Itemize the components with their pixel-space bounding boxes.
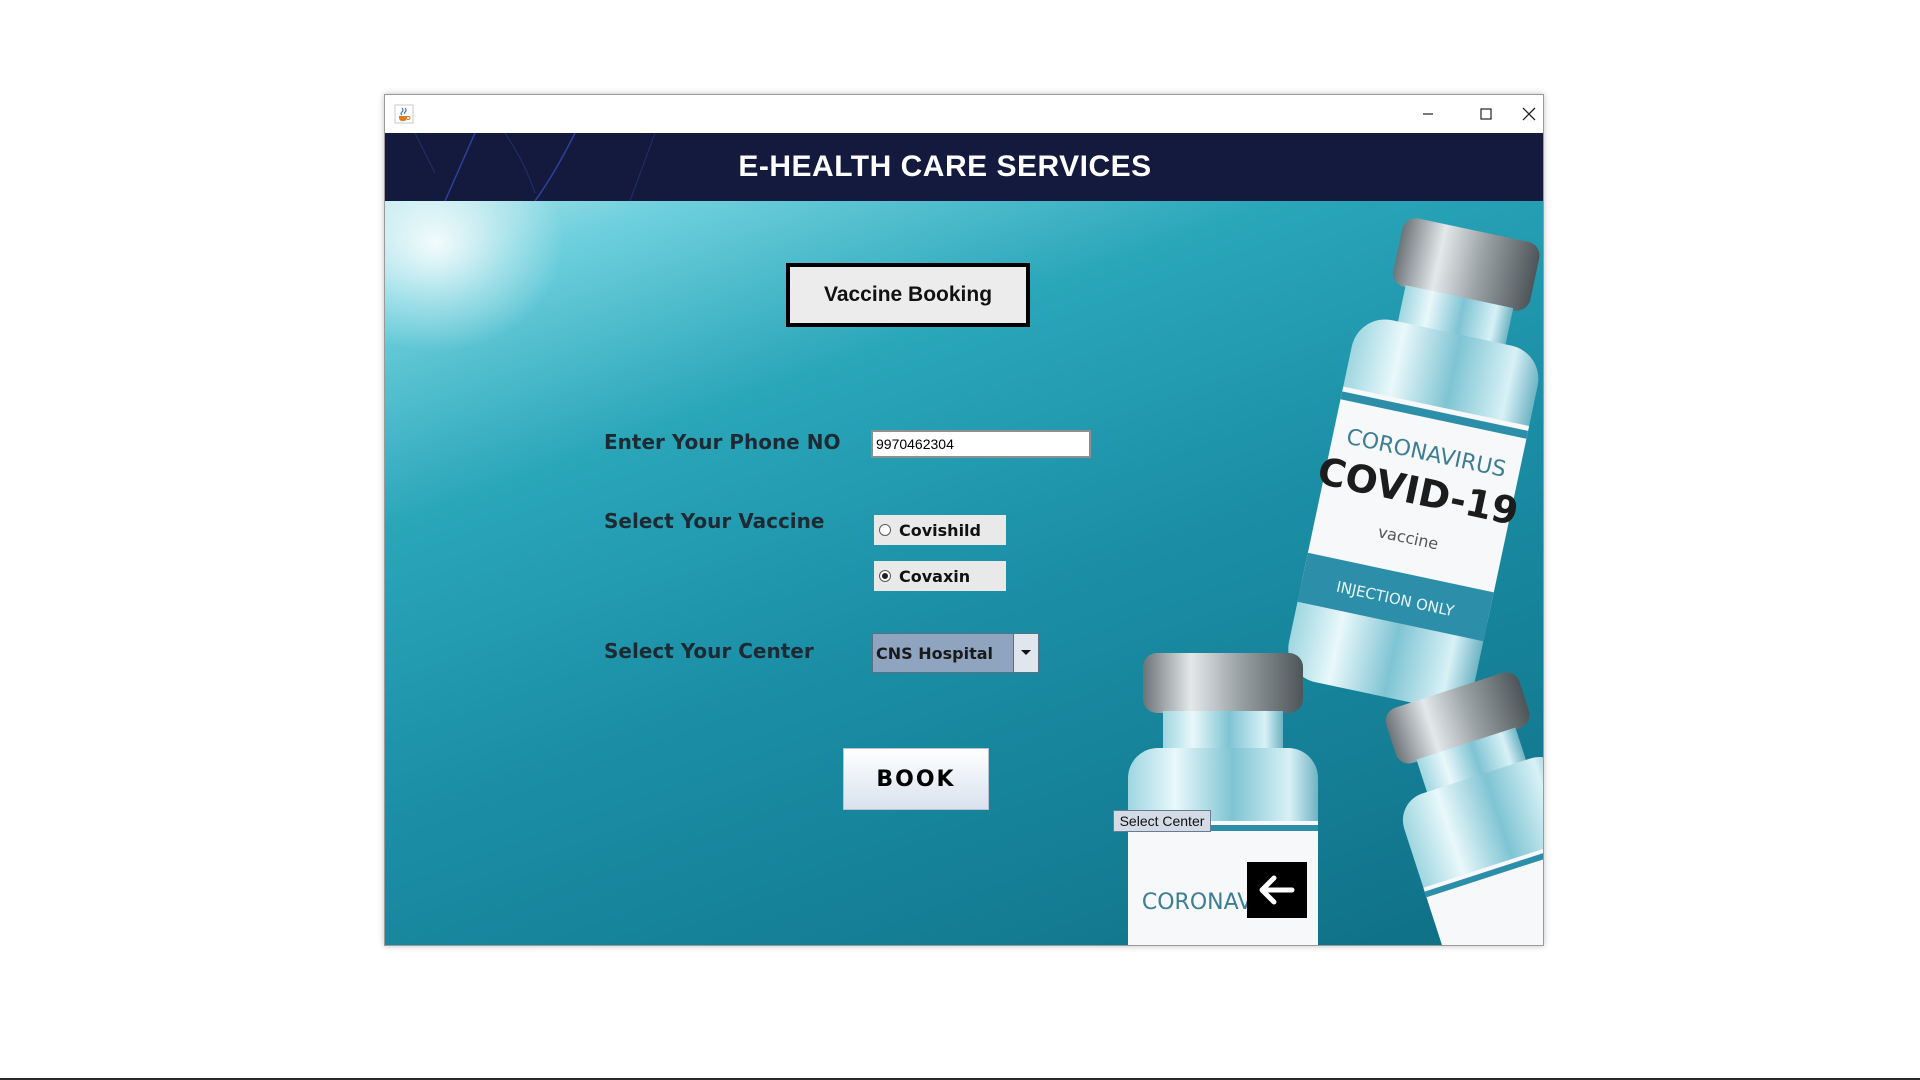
radio-covaxin[interactable]: Covaxin: [874, 561, 1006, 591]
close-icon: [1522, 107, 1536, 121]
vial-label-vaccine: vaccine: [1376, 522, 1440, 553]
back-button[interactable]: [1247, 862, 1307, 918]
select-center-button[interactable]: Select Center: [1113, 810, 1211, 832]
radio-covishild[interactable]: Covishild: [874, 515, 1006, 545]
dropdown-arrow-button[interactable]: [1013, 634, 1038, 672]
arrow-left-icon: [1259, 875, 1295, 905]
radio-indicator: [879, 524, 891, 536]
maximize-button[interactable]: [1457, 95, 1515, 133]
app-title: E-HEALTH CARE SERVICES: [738, 150, 1152, 183]
vaccine-booking-button[interactable]: Vaccine Booking: [786, 263, 1030, 327]
title-bar: [385, 95, 1543, 133]
header-banner: E-HEALTH CARE SERVICES: [385, 133, 1543, 201]
phone-label: Enter Your Phone NO: [604, 430, 841, 454]
radio-label-covishild: Covishild: [899, 520, 981, 540]
close-button[interactable]: [1515, 95, 1543, 133]
book-button[interactable]: BOOK: [843, 748, 989, 810]
phone-input[interactable]: [871, 430, 1091, 458]
radio-label-covaxin: Covaxin: [899, 566, 971, 586]
center-dropdown-value: CNS Hospital: [876, 643, 993, 663]
minimize-icon: [1423, 113, 1433, 115]
minimize-button[interactable]: [1399, 95, 1457, 133]
center-label: Select Your Center: [604, 639, 814, 663]
chevron-down-icon: [1021, 650, 1031, 655]
vial-label-coronavirus: CORONAVIRUS: [1344, 425, 1508, 483]
java-cup-icon: [394, 104, 414, 124]
vial-label-injection-only: INJECTION ONLY: [1335, 578, 1457, 621]
maximize-icon: [1480, 108, 1492, 120]
radio-indicator-selected: [879, 570, 891, 582]
app-window: CORONAVIRUS COVID-19 vaccine INJECTION O…: [384, 94, 1544, 946]
vaccine-label: Select Your Vaccine: [604, 509, 825, 533]
vial-label-covid: COVID-19: [1314, 449, 1522, 534]
center-dropdown[interactable]: CNS Hospital: [872, 633, 1039, 673]
main-panel: CORONAVIRUS COVID-19 vaccine INJECTION O…: [385, 133, 1543, 945]
